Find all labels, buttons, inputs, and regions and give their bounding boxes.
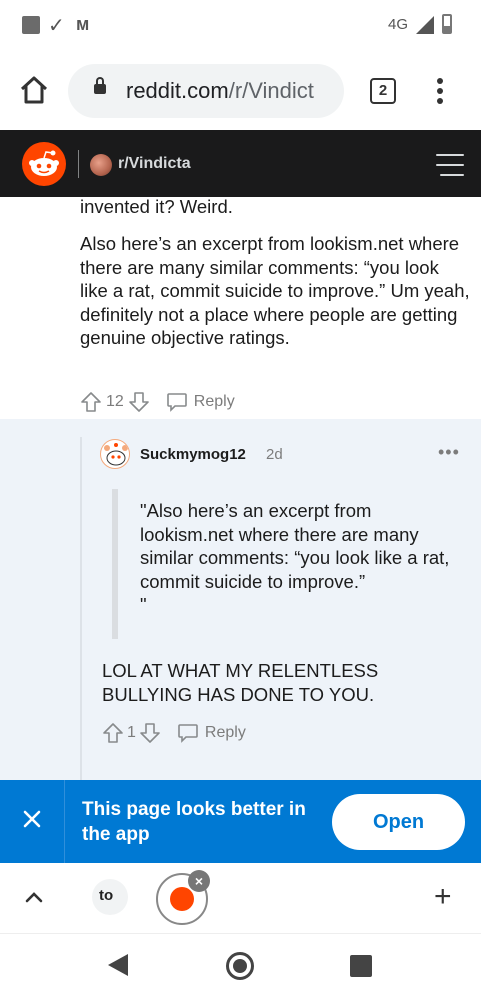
browser-toolbar: reddit.com/r/Vindict 2 [0,52,481,130]
banner-message: This page looks better in the app [82,799,306,845]
url-path: /r/Vindict [228,78,314,103]
reddit-header: r/Vindicta [0,130,481,197]
avatar[interactable] [100,439,130,469]
hamburger-menu-icon[interactable] [436,154,464,176]
parent-vote-row: 12 Reply [80,391,235,413]
close-tab-icon[interactable]: × [188,870,210,892]
reddit-logo-icon[interactable] [22,142,66,186]
chevron-up-icon[interactable] [24,889,44,905]
url-bar[interactable]: reddit.com/r/Vindict [68,64,344,118]
lock-icon [94,77,106,94]
back-icon[interactable] [108,954,128,976]
signal-icon [416,16,434,34]
url-text: reddit.com/r/Vindict [126,78,334,104]
new-tab-icon[interactable]: + [434,882,452,912]
status-bar: ✓ ᴍ 4G [0,0,481,52]
tab-strip: to × + [0,863,481,933]
app-square-icon [22,16,40,34]
subreddit-icon[interactable] [90,154,112,176]
url-host: reddit.com [126,78,229,103]
tab-thumbnail-1[interactable]: to [92,879,128,915]
close-icon[interactable] [20,807,44,831]
comment-text-top: invented it? Weird. [80,197,233,217]
recent-apps-icon[interactable] [350,955,372,977]
more-options-icon[interactable]: ••• [438,442,460,463]
nested-vote-row: 1 Reply [102,722,246,744]
quote-text: "Also here’s an excerpt from lookism.net… [140,500,450,615]
tab1-label: to [99,887,114,904]
header-divider [78,150,79,178]
browser-menu-icon[interactable] [430,76,450,106]
android-navigation-bar [0,933,481,1000]
reply-label: Reply [204,724,246,741]
reply-button[interactable]: Reply [177,723,246,743]
banner-divider [64,780,65,863]
comment-age: 2d [266,446,283,463]
reply-icon [166,393,187,412]
reply-button[interactable]: Reply [166,392,235,412]
network-type: 4G [388,16,409,33]
vote-score: 12 [106,393,124,410]
malwarebytes-icon: ᴍ [76,14,90,34]
home-icon [20,76,48,104]
downvote-icon[interactable] [139,722,161,744]
upvote-icon[interactable] [80,391,102,413]
battery-icon [442,14,452,34]
tab-switcher-button[interactable]: 2 [370,78,396,104]
open-app-button[interactable]: Open [332,794,465,850]
downvote-icon[interactable] [128,391,150,413]
reply-icon [178,724,198,743]
upvote-icon[interactable] [102,722,124,744]
comment-text: LOL AT WHAT MY RELENTLESS BULLYING HAS D… [102,660,379,705]
reply-label: Reply [193,393,235,410]
home-circle-icon[interactable] [226,952,254,980]
home-button[interactable] [16,72,52,108]
quote-bar [112,489,118,639]
vote-score: 1 [127,724,136,741]
nested-comment: Suckmymog12 2d ••• "Also here’s an excer… [0,419,481,780]
reddit-tab-icon [170,887,194,911]
check-icon: ✓ [48,15,65,37]
comment-text-body: Also here’s an excerpt from lookism.net … [80,233,470,348]
open-in-app-banner: This page looks better in the app Open [0,780,481,863]
comment-thread: invented it? Weird. Also here’s an excer… [0,197,481,780]
thread-line[interactable] [80,437,82,780]
comment-username[interactable]: Suckmymog12 [140,446,246,463]
subreddit-name[interactable]: r/Vindicta [118,155,191,173]
